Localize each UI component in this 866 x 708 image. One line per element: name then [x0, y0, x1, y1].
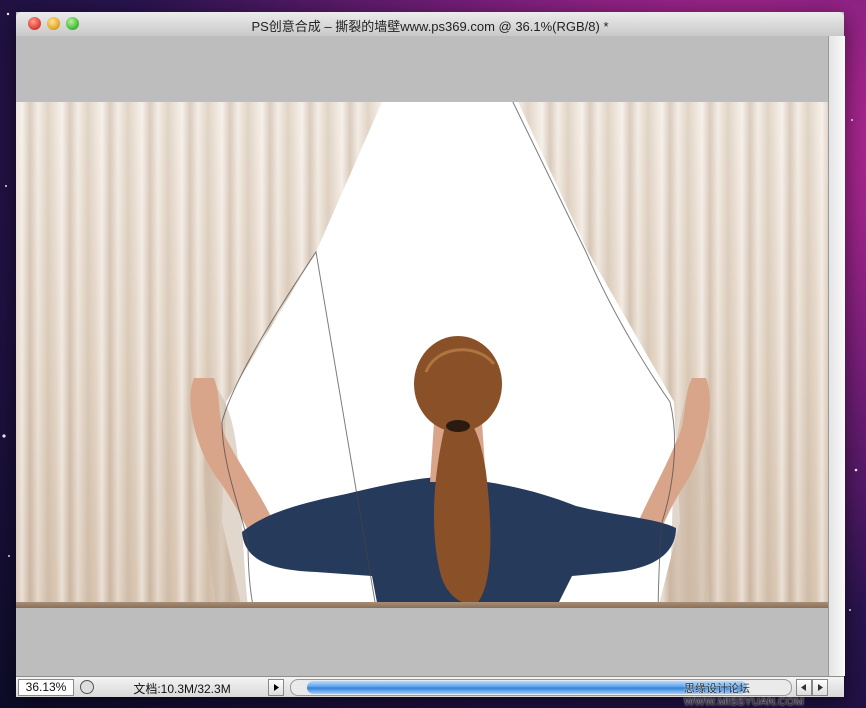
status-bar: 36.13% 文档:10.3M/32.3M 思缘设计论坛 WWW.MISSYUA…: [16, 676, 844, 708]
zoom-options-icon[interactable]: [80, 680, 94, 694]
document-image[interactable]: [16, 102, 828, 608]
canvas-area[interactable]: [16, 36, 828, 676]
scroll-right-button[interactable]: [812, 679, 828, 696]
title-bar[interactable]: PS创意合成 – 撕裂的墙壁www.ps369.com @ 36.1%(RGB/…: [16, 12, 844, 37]
status-menu-button[interactable]: [268, 679, 284, 696]
scroll-left-button[interactable]: [796, 679, 812, 696]
zoom-level-field[interactable]: 36.13%: [18, 679, 74, 696]
document-size-info: 文档:10.3M/32.3M: [133, 682, 231, 696]
vertical-scrollbar[interactable]: [828, 36, 845, 676]
image-composite: [190, 102, 713, 608]
horizontal-scroll-thumb[interactable]: [307, 681, 747, 694]
window-title: PS创意合成 – 撕裂的墙壁www.ps369.com @ 36.1%(RGB/…: [251, 19, 609, 34]
photoshop-document-window: PS创意合成 – 撕裂的墙壁www.ps369.com @ 36.1%(RGB/…: [16, 12, 845, 708]
triangle-right-icon: [274, 684, 279, 691]
arrow-left-icon: [801, 684, 806, 691]
arrow-right-icon: [818, 684, 823, 691]
